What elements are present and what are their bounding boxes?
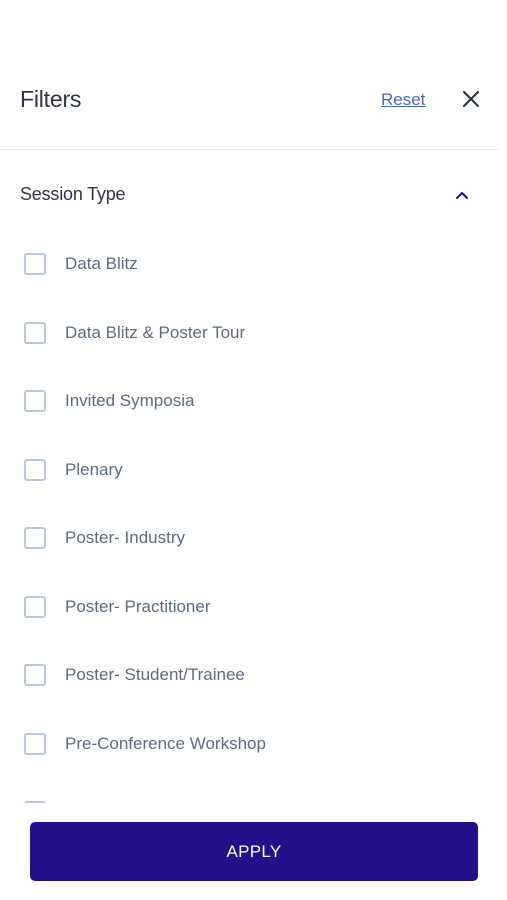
filters-header: Filters Reset xyxy=(0,70,500,150)
filter-option[interactable]: Invited Symposia xyxy=(0,367,500,436)
filter-option[interactable]: Poster- Industry xyxy=(0,504,500,573)
option-label: Pre-Conference Workshop xyxy=(65,733,266,753)
close-button[interactable] xyxy=(459,87,483,111)
page-title: Filters xyxy=(20,86,82,112)
section-title: Session Type xyxy=(20,184,126,204)
filter-option[interactable]: Data Blitz & Poster Tour xyxy=(0,299,500,368)
footer: APPLY xyxy=(0,803,507,900)
checkbox[interactable] xyxy=(24,458,46,481)
reset-link[interactable]: Reset xyxy=(381,90,425,110)
filter-option[interactable]: Poster- Student/Trainee xyxy=(0,641,500,710)
close-icon xyxy=(462,90,480,108)
checkbox[interactable] xyxy=(24,664,46,686)
apply-button[interactable]: APPLY xyxy=(30,822,478,881)
checkbox[interactable] xyxy=(24,253,46,275)
checkbox[interactable] xyxy=(24,732,46,755)
filters-screen: Filters Reset Session Type Data Blitz Da… xyxy=(0,0,507,900)
option-label: Poster- Student/Trainee xyxy=(65,665,245,684)
option-label: Plenary xyxy=(65,459,123,479)
checkbox[interactable] xyxy=(24,390,46,412)
checkbox[interactable] xyxy=(24,527,46,549)
checkbox[interactable] xyxy=(24,595,46,618)
checkbox[interactable] xyxy=(24,321,46,344)
option-label: Data Blitz xyxy=(65,254,138,273)
session-type-options: Data Blitz Data Blitz & Poster Tour Invi… xyxy=(0,230,500,803)
filter-option[interactable]: Pre-Conference Workshop xyxy=(0,710,500,779)
option-label: Data Blitz & Poster Tour xyxy=(65,322,246,342)
filter-option-partial[interactable] xyxy=(0,778,500,803)
option-label: Poster- Industry xyxy=(65,528,185,547)
section-header-session-type[interactable]: Session Type xyxy=(0,172,500,218)
filter-option[interactable]: Data Blitz xyxy=(0,230,500,299)
option-label: Poster- Practitioner xyxy=(65,596,211,616)
filter-option[interactable]: Plenary xyxy=(0,436,500,505)
option-label: Invited Symposia xyxy=(65,391,195,410)
filter-option[interactable]: Poster- Practitioner xyxy=(0,573,500,642)
chevron-up-icon xyxy=(456,192,468,199)
